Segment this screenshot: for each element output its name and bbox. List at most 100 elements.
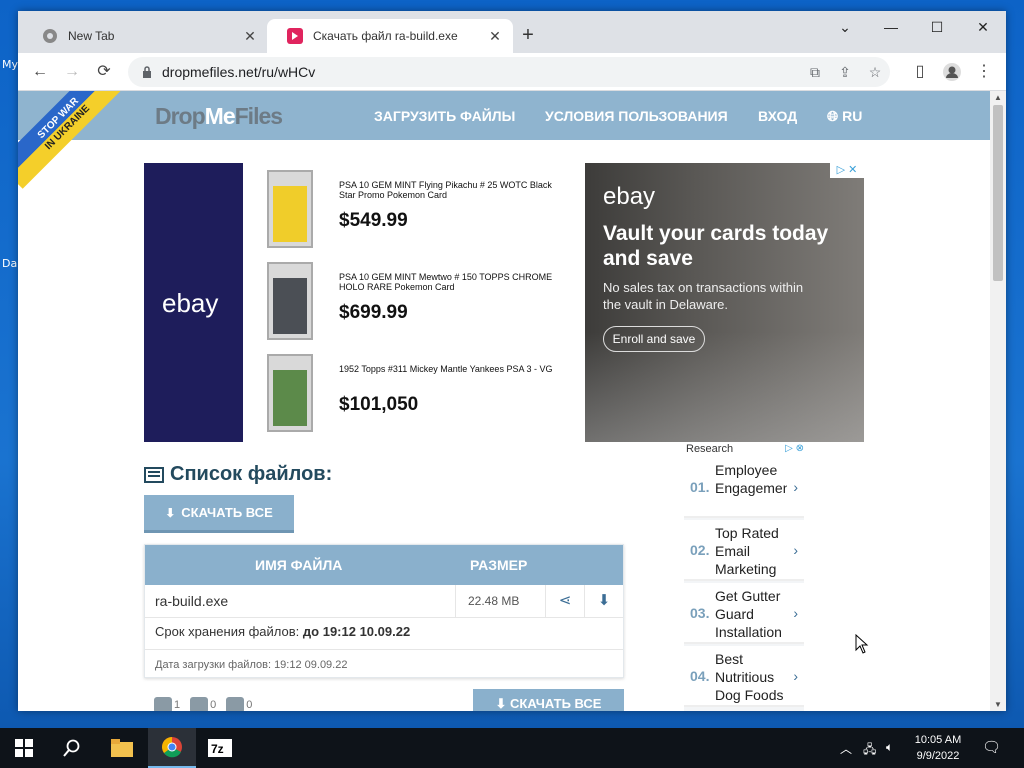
clock[interactable]: 10:05 AM 9/9/2022 [902,732,974,764]
translate-icon[interactable]: ⧉ [800,64,830,81]
search-icon[interactable] [48,728,96,768]
share-icon[interactable]: ⇪ [830,64,860,81]
minimize-button[interactable]: — [868,15,914,39]
browser-toolbar: ← → ⟳ dropmefiles.net/ru/wHCv ⧉ ⇪ ☆ ▯ ⋮ [18,53,1006,91]
research-item[interactable]: 02. Top Rated Email Marketing › [684,520,804,581]
stats-bar: 1 0 0 [154,697,252,711]
scroll-thumb[interactable] [993,105,1003,281]
file-size: 22.48 MB [455,585,545,617]
col-name-header: ИМЯ ФАЙЛА [255,557,343,573]
page-scrollbar[interactable]: ▲ ▼ [990,91,1006,711]
ad-item-price: $699.99 [339,302,408,323]
reload-icon[interactable]: ⟳ [92,60,116,84]
ad-subline: No sales tax on transactions within the … [603,280,804,312]
ad-right-panel: ebay Vault your cards today and save No … [585,163,864,442]
research-item[interactable]: 01. Employee Engagement › [684,457,804,518]
back-icon[interactable]: ← [28,60,52,84]
research-item[interactable]: 04. Best Nutritious Dog Foods › [684,646,804,707]
new-tab-button[interactable]: + [516,24,540,47]
bookmark-star-icon[interactable]: ☆ [860,64,890,81]
close-tab-icon[interactable]: ✕ [242,28,258,45]
ad-item-price: $549.99 [339,210,408,231]
clock-date: 9/9/2022 [916,750,960,762]
notifications-icon[interactable]: 🗨︎ [982,738,1001,756]
chrome-taskbar-icon[interactable] [148,728,196,768]
ad-item-price: $101,050 [339,394,419,415]
download-count-icon [154,697,172,711]
7zip-icon[interactable]: 7z [196,728,244,768]
research-item[interactable]: 03. Get Gutter Guard Installation › [684,583,804,644]
download-count: 1 [154,697,180,711]
share-icon[interactable]: ⋖ [545,585,584,617]
thumbs-down-icon [226,697,245,711]
tab-strip: New Tab ✕ Скачать файл ra-build.exe ✕ + … [18,11,1006,53]
network-icon[interactable]: 🖧︎ [863,740,876,761]
web-page: DropMeFiles ЗАГРУЗИТЬ ФАЙЛЫ УСЛОВИЯ ПОЛЬ… [18,91,990,711]
scroll-down-icon[interactable]: ▼ [990,700,1006,709]
likes-count[interactable]: 0 [190,697,216,711]
table-header: ИМЯ ФАЙЛА РАЗМЕР [145,545,623,585]
col-size-header: РАЗМЕР [470,557,528,573]
desktop-label: Da [2,257,18,270]
ad-left-panel: ebay [144,163,243,442]
url-text[interactable]: dropmefiles.net/ru/wHCv [162,64,800,80]
ad-choices-icon[interactable]: ▷ ⊗ [785,443,804,454]
site-header: DropMeFiles ЗАГРУЗИТЬ ФАЙЛЫ УСЛОВИЯ ПОЛЬ… [18,91,990,140]
taskbar: 7z ︿ 🖧︎ 🔈︎ 10:05 AM 9/9/2022 🗨︎ [0,728,1024,768]
tab-search-icon[interactable]: ⌄ [822,15,868,39]
tray-chevron-icon[interactable]: ︿ [840,740,852,757]
chrome-icon [43,29,57,43]
chevron-right-icon: › [793,542,798,558]
ad-item[interactable]: PSA 10 GEM MINT Mewtwo # 150 TOPPS CHROM… [267,262,577,342]
download-all-button[interactable]: ⬇ СКАЧАТЬ ВСЕ [144,495,294,533]
card-image [267,262,313,340]
windows-start-icon[interactable] [0,728,48,768]
thumbs-up-icon [190,697,209,711]
site-logo[interactable]: DropMeFiles [155,103,283,130]
tab-download-file[interactable]: Скачать файл ra-build.exe ✕ [267,19,513,53]
chevron-right-icon: › [793,605,798,621]
ad-item-name: 1952 Topps #311 Mickey Mantle Yankees PS… [339,364,553,374]
globe-icon: 🌐︎ [827,108,839,124]
dislikes-count[interactable]: 0 [226,697,252,711]
close-tab-icon[interactable]: ✕ [487,28,503,45]
nav-language[interactable]: 🌐︎ RU [827,108,862,125]
ad-item-name: PSA 10 GEM MINT Mewtwo # 150 TOPPS CHROM… [339,272,553,292]
enroll-button[interactable]: Enroll and save [603,326,705,352]
svg-text:7z: 7z [211,742,224,756]
desktop-label: My [2,58,19,71]
download-all-button-bottom[interactable]: ⬇ СКАЧАТЬ ВСЕ [473,689,624,711]
table-row: ra-build.exe 22.48 MB ⋖ ⬇ [145,585,623,618]
card-image [267,354,313,432]
lock-icon[interactable] [142,66,152,78]
card-image [267,170,313,248]
close-window-button[interactable]: ✕ [960,15,1006,39]
mouse-cursor-icon [855,634,869,654]
nav-terms[interactable]: УСЛОВИЯ ПОЛЬЗОВАНИЯ [545,108,728,124]
ad-item-name: PSA 10 GEM MINT Flying Pikachu # 25 WOTC… [339,180,552,200]
upload-date: Дата загрузки файлов: 19:12 09.09.22 [155,659,348,671]
list-icon [144,466,164,483]
menu-kebab-icon[interactable]: ⋮ [972,60,996,84]
profile-avatar-icon[interactable] [940,60,964,84]
side-panel-icon[interactable]: ▯ [908,60,932,84]
ad-item[interactable]: PSA 10 GEM MINT Flying Pikachu # 25 WOTC… [267,170,577,250]
download-file-icon[interactable]: ⬇ [584,585,623,617]
file-explorer-icon[interactable] [98,728,146,768]
ad-item[interactable]: 1952 Topps #311 Mickey Mantle Yankees PS… [267,354,577,434]
tab-new-tab[interactable]: New Tab ✕ [22,19,268,53]
dropmefiles-icon [287,28,303,44]
research-title: Research [686,443,734,455]
ebay-ad-banner[interactable]: ebay PSA 10 GEM MINT Flying Pikachu # 25… [144,163,864,442]
forward-icon[interactable]: → [60,60,84,84]
address-bar[interactable]: dropmefiles.net/ru/wHCv ⧉ ⇪ ☆ [128,57,890,87]
nav-login[interactable]: ВХОД [758,108,797,124]
research-ad: Research ▷ ⊗ 01. Employee Engagement › 0… [684,443,804,711]
scroll-up-icon[interactable]: ▲ [990,93,1006,102]
file-name[interactable]: ra-build.exe [155,593,228,609]
ad-items: PSA 10 GEM MINT Flying Pikachu # 25 WOTC… [243,163,585,442]
nav-upload-files[interactable]: ЗАГРУЗИТЬ ФАЙЛЫ [374,108,515,124]
maximize-button[interactable]: ☐ [914,15,960,39]
ad-choices-icon[interactable]: ▷ ✕ [830,163,864,178]
volume-icon[interactable]: 🔈︎ [886,740,893,755]
